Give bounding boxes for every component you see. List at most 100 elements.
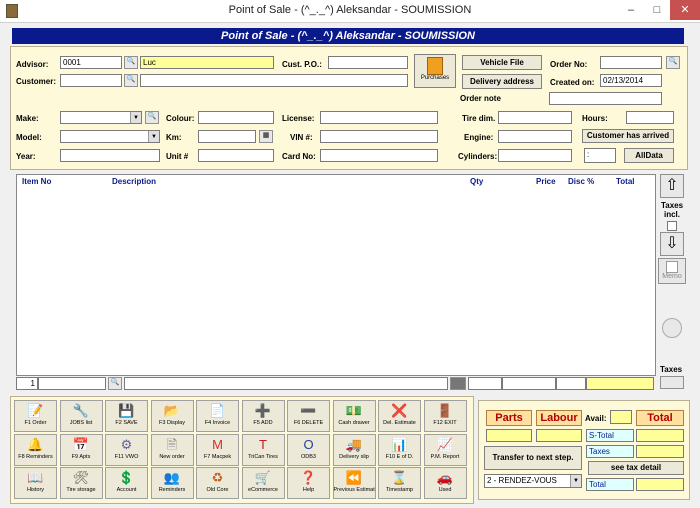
move-up-button[interactable]: ⇧ (660, 174, 684, 198)
pm-report-icon: 📈 (436, 436, 454, 452)
advisor-search-button[interactable]: 🔍 (124, 56, 138, 69)
colour-input[interactable] (198, 111, 274, 124)
previous-estimate-button[interactable]: ⏪ Previous Estimate (332, 467, 376, 499)
reminders-button[interactable]: 👥 Reminders (150, 467, 194, 499)
f7-macpek-button[interactable]: M F7 Macpek (196, 433, 239, 466)
toolbar-label: TriCan Tires (248, 453, 278, 460)
account-button[interactable]: 💲 Account (105, 467, 148, 499)
model-select[interactable]: ▼ (60, 130, 160, 143)
toolbar-label: F1 Order (24, 420, 47, 426)
used-button[interactable]: 🚗 Used (423, 467, 467, 499)
tire-storage-button[interactable]: 🛠 Tire storage (59, 467, 103, 499)
entry-disc-input[interactable] (556, 377, 586, 390)
alldata-button[interactable]: AllData (624, 148, 674, 163)
engine-input[interactable] (498, 130, 572, 143)
window-titlebar: Point of Sale - (^_._^) Aleksandar - SOU… (0, 0, 700, 23)
make-search-button[interactable]: 🔍 (145, 111, 159, 124)
move-down-button[interactable]: ⇩ (660, 232, 684, 256)
f6-delete-icon: ➖ (300, 403, 317, 418)
pm-report-button[interactable]: 📈 P.M. Report (423, 433, 467, 466)
f9-apts-button[interactable]: 📅 F9 Apts (59, 433, 103, 466)
engine-label: Engine: (464, 133, 494, 142)
odb3-button[interactable]: O ODB3 (287, 433, 330, 466)
settings-gear-icon[interactable] (662, 318, 682, 338)
entry-description-input[interactable] (124, 377, 448, 390)
cust-po-input[interactable] (328, 56, 408, 69)
toolbar-label: Old Core (206, 487, 229, 493)
old-core-button[interactable]: ♻ Old Core (196, 467, 239, 499)
order-note-input[interactable] (549, 92, 662, 105)
f8-reminders-button[interactable]: 🔔 F8 Reminders (14, 433, 57, 466)
tire-dim-input[interactable] (498, 111, 572, 124)
taxes-incl-checkbox[interactable] (667, 221, 677, 231)
year-input[interactable] (60, 149, 160, 162)
maximize-button[interactable]: □ (644, 0, 670, 20)
f11-vwo-button[interactable]: ⚙ F11 VWO (105, 433, 148, 466)
card-no-input[interactable] (320, 149, 438, 162)
toolbar-label: F3 Display (159, 420, 185, 426)
hours-label: Hours: (582, 114, 608, 123)
toolbar-label: F6 DELETE (293, 420, 324, 426)
timestamp-button[interactable]: ⌛ Timestamp (378, 467, 421, 499)
transfer-next-step-button[interactable]: Transfer to next step. (484, 446, 582, 470)
time-field[interactable]: : (584, 148, 616, 163)
km-calc-button[interactable]: ▦ (259, 130, 273, 143)
delivery-slip-button[interactable]: 🚚 Delivery slip (332, 433, 376, 466)
col-total: Total (616, 177, 635, 186)
f2-save-button[interactable]: 💾 F2 SAVE (105, 400, 148, 432)
vin-input[interactable] (320, 130, 438, 143)
help-button[interactable]: ❓ Help (287, 467, 330, 499)
f7-macpek-icon: M (212, 436, 223, 452)
km-input[interactable] (198, 130, 256, 143)
customer-code-input[interactable] (60, 74, 122, 87)
advisor-name-input[interactable]: Luc (140, 56, 274, 69)
f3-display-button[interactable]: 📂 F3 Display (150, 400, 194, 432)
hours-input[interactable] (626, 111, 674, 124)
see-tax-detail-button[interactable]: see tax detail (588, 461, 684, 475)
memo-button[interactable]: Memo (658, 258, 686, 284)
entry-price-input[interactable] (502, 377, 556, 390)
advisor-code-input[interactable]: 0001 (60, 56, 122, 69)
close-button[interactable]: ✕ (670, 0, 700, 20)
f10-eod-button[interactable]: 📊 F10 E of D. (378, 433, 421, 466)
toolbar-label: F8 Reminders (18, 453, 53, 460)
customer-arrived-button[interactable]: Customer has arrived (582, 129, 674, 143)
status-select[interactable]: 2 - RENDEZ-VOUS ▼ (484, 474, 582, 488)
customer-search-button[interactable]: 🔍 (124, 74, 138, 87)
f6-delete-button[interactable]: ➖ F6 DELETE (287, 400, 330, 432)
entry-tool-button[interactable] (450, 377, 466, 390)
new-order-button[interactable]: 🗎 New order (150, 433, 194, 466)
created-on-field[interactable]: 02/13/2014 (600, 74, 662, 87)
del-estimate-button[interactable]: ❌ Del. Estimate (378, 400, 421, 432)
unit-input[interactable] (198, 149, 274, 162)
order-no-input[interactable] (600, 56, 662, 69)
tricant-tires-button[interactable]: T TriCan Tires (241, 433, 285, 466)
toolbar-label: F4 Invoice (204, 420, 231, 426)
ecommerce-button[interactable]: 🛒 eCommerce (241, 467, 285, 499)
new-order-icon: 🗎 (166, 436, 178, 452)
cash-drawer-button[interactable]: 💵 Cash drawer (332, 400, 376, 432)
delivery-address-button[interactable]: Delivery address (462, 74, 542, 89)
side-taxes-button[interactable] (660, 376, 684, 389)
entry-item-input[interactable] (38, 377, 106, 390)
f1-order-button[interactable]: 📝 F1 Order (14, 400, 57, 432)
minimize-button[interactable]: – (618, 0, 644, 20)
order-search-button[interactable]: 🔍 (666, 56, 680, 69)
f5-add-button[interactable]: ➕ F5 ADD (241, 400, 285, 432)
jobs-list-button[interactable]: 🔧 JOBS list (59, 400, 103, 432)
history-button[interactable]: 📖 History (14, 467, 57, 499)
entry-search-button[interactable]: 🔍 (108, 377, 122, 390)
items-grid[interactable] (16, 174, 656, 376)
purchases-button[interactable]: Purchases (414, 54, 456, 88)
customer-name-input[interactable] (140, 74, 408, 87)
vehicle-file-button[interactable]: Vehicle File (462, 55, 542, 70)
cylinders-input[interactable] (498, 149, 572, 162)
f4-invoice-button[interactable]: 📄 F4 Invoice (196, 400, 239, 432)
purchases-label: Purchases (420, 75, 450, 81)
make-select[interactable]: ▼ (60, 111, 142, 124)
entry-qty-input[interactable] (468, 377, 502, 390)
del-estimate-icon: ❌ (391, 403, 408, 418)
parts-header: Parts (486, 410, 532, 426)
f12-exit-button[interactable]: 🚪 F12 EXIT (423, 400, 467, 432)
license-input[interactable] (320, 111, 438, 124)
